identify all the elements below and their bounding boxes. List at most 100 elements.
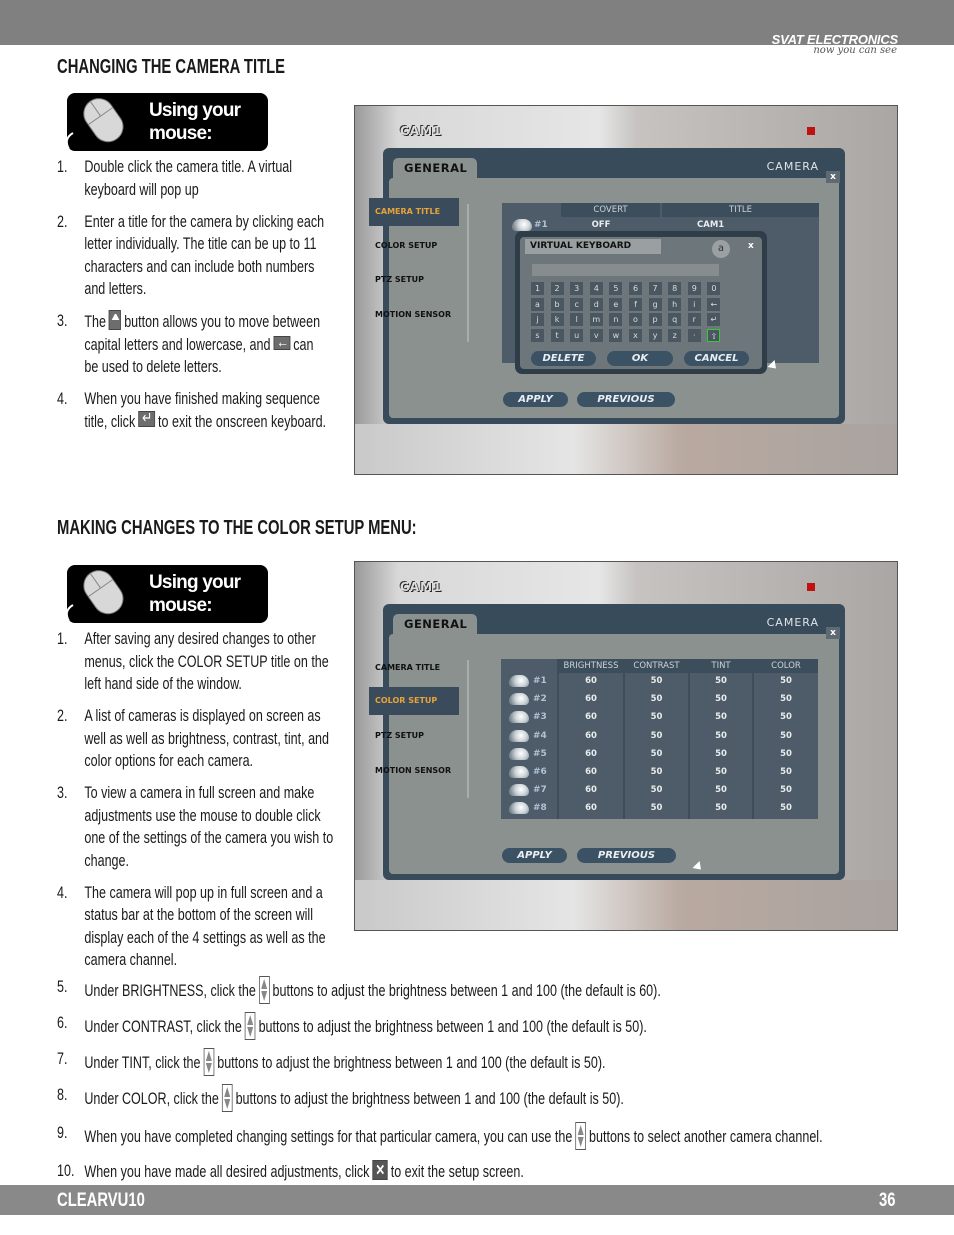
brightness-value[interactable]: 60: [559, 749, 623, 759]
menu-color-setup[interactable]: COLOR SETUP: [369, 687, 459, 715]
menu-camera-title[interactable]: CAMERA TITLE: [369, 654, 459, 682]
contrast-value[interactable]: 50: [625, 803, 688, 813]
keyboard-key[interactable]: q: [668, 313, 682, 326]
camera-number[interactable]: #3: [533, 712, 547, 722]
title-value[interactable]: CAM1: [697, 220, 724, 230]
color-value[interactable]: 50: [754, 785, 818, 795]
previous-button[interactable]: PREVIOUS: [577, 848, 676, 863]
keyboard-key[interactable]: c: [570, 297, 584, 311]
keyboard-key[interactable]: a: [531, 297, 544, 311]
brightness-value[interactable]: 60: [559, 676, 623, 686]
camera-number[interactable]: #1: [533, 676, 547, 686]
tab-general[interactable]: GENERAL: [393, 614, 477, 634]
contrast-value[interactable]: 50: [625, 712, 688, 722]
contrast-value[interactable]: 50: [625, 767, 688, 777]
keyboard-key[interactable]: h: [668, 297, 682, 311]
apply-button[interactable]: APPLY: [503, 392, 568, 407]
keyboard-key[interactable]: y: [648, 328, 662, 342]
title-input[interactable]: [532, 264, 719, 276]
tint-value[interactable]: 50: [690, 694, 752, 704]
keyboard-key[interactable]: 4: [589, 282, 603, 295]
camera-number[interactable]: #6: [533, 767, 547, 777]
keyboard-key[interactable]: 1: [531, 282, 544, 295]
keyboard-key[interactable]: i: [687, 297, 701, 311]
keyboard-key[interactable]: l: [570, 313, 584, 326]
contrast-value[interactable]: 50: [625, 731, 688, 741]
ok-button[interactable]: OK: [607, 351, 673, 366]
keyboard-key[interactable]: p: [648, 313, 662, 326]
keyboard-key[interactable]: j: [531, 313, 544, 326]
brightness-value[interactable]: 60: [559, 785, 623, 795]
keyboard-key[interactable]: 2: [550, 282, 564, 295]
keyboard-key[interactable]: u: [570, 328, 584, 342]
contrast-value[interactable]: 50: [625, 694, 688, 704]
keyboard-key[interactable]: ←: [707, 297, 721, 311]
menu-ptz-setup[interactable]: PTZ SETUP: [369, 722, 459, 750]
keyboard-key[interactable]: 6: [629, 282, 642, 295]
camera-number[interactable]: #5: [533, 749, 547, 759]
cancel-button[interactable]: CANCEL: [684, 351, 749, 366]
contrast-value[interactable]: 50: [625, 785, 688, 795]
keyboard-key[interactable]: x: [629, 328, 642, 342]
tint-value[interactable]: 50: [690, 676, 752, 686]
keyboard-key[interactable]: ↵: [707, 313, 721, 326]
menu-ptz-setup[interactable]: PTZ SETUP: [369, 266, 459, 294]
contrast-value[interactable]: 50: [625, 749, 688, 759]
tint-value[interactable]: 50: [690, 712, 752, 722]
tint-value[interactable]: 50: [690, 749, 752, 759]
keyboard-key[interactable]: w: [609, 328, 623, 342]
menu-motion-sensor[interactable]: MOTION SENSOR: [369, 757, 459, 785]
keyboard-key[interactable]: ·: [687, 328, 701, 342]
previous-button[interactable]: PREVIOUS: [577, 392, 675, 407]
color-value[interactable]: 50: [754, 803, 818, 813]
camera-number[interactable]: #8: [533, 803, 547, 813]
keyboard-key[interactable]: 5: [609, 282, 623, 295]
brightness-value[interactable]: 60: [559, 712, 623, 722]
keyboard-key[interactable]: o: [629, 313, 642, 326]
keyboard-key[interactable]: s: [531, 328, 544, 342]
camera-number[interactable]: #7: [533, 785, 547, 795]
keyboard-key[interactable]: d: [589, 297, 603, 311]
tint-value[interactable]: 50: [690, 803, 752, 813]
brightness-value[interactable]: 60: [559, 803, 623, 813]
color-value[interactable]: 50: [754, 749, 818, 759]
tint-value[interactable]: 50: [690, 767, 752, 777]
close-icon[interactable]: x: [826, 171, 840, 183]
close-icon[interactable]: x: [826, 627, 840, 639]
keyboard-key[interactable]: 0: [707, 282, 721, 295]
keyboard-key[interactable]: 8: [668, 282, 682, 295]
keyboard-key[interactable]: b: [550, 297, 564, 311]
keyboard-key[interactable]: g: [648, 297, 662, 311]
keyboard-key[interactable]: 7: [648, 282, 662, 295]
keyboard-key[interactable]: t: [550, 328, 564, 342]
brightness-value[interactable]: 60: [559, 767, 623, 777]
shift-key[interactable]: ⇧: [707, 328, 721, 342]
brightness-value[interactable]: 60: [559, 731, 623, 741]
tint-value[interactable]: 50: [690, 785, 752, 795]
keyboard-key[interactable]: r: [687, 313, 701, 326]
brightness-value[interactable]: 60: [559, 694, 623, 704]
keyboard-key[interactable]: 3: [570, 282, 584, 295]
keyboard-key[interactable]: v: [589, 328, 603, 342]
keyboard-key[interactable]: z: [668, 328, 682, 342]
apply-button[interactable]: APPLY: [502, 848, 567, 863]
contrast-value[interactable]: 50: [625, 676, 688, 686]
keyboard-key[interactable]: 9: [687, 282, 701, 295]
menu-motion-sensor[interactable]: MOTION SENSOR: [369, 301, 459, 329]
color-value[interactable]: 50: [754, 767, 818, 777]
menu-camera-title[interactable]: CAMERA TITLE: [369, 198, 459, 226]
keyboard-key[interactable]: k: [550, 313, 564, 326]
keyboard-key[interactable]: m: [589, 313, 603, 326]
keyboard-key[interactable]: n: [609, 313, 623, 326]
tab-general[interactable]: GENERAL: [393, 158, 477, 178]
color-value[interactable]: 50: [754, 731, 818, 741]
camera-number[interactable]: #4: [533, 731, 547, 741]
tint-value[interactable]: 50: [690, 731, 752, 741]
keyboard-close-icon[interactable]: x: [748, 241, 754, 251]
delete-button[interactable]: DELETE: [531, 351, 596, 366]
color-value[interactable]: 50: [754, 676, 818, 686]
case-toggle-button[interactable]: a: [712, 240, 730, 258]
color-value[interactable]: 50: [754, 712, 818, 722]
menu-color-setup[interactable]: COLOR SETUP: [369, 232, 459, 260]
keyboard-key[interactable]: e: [609, 297, 623, 311]
